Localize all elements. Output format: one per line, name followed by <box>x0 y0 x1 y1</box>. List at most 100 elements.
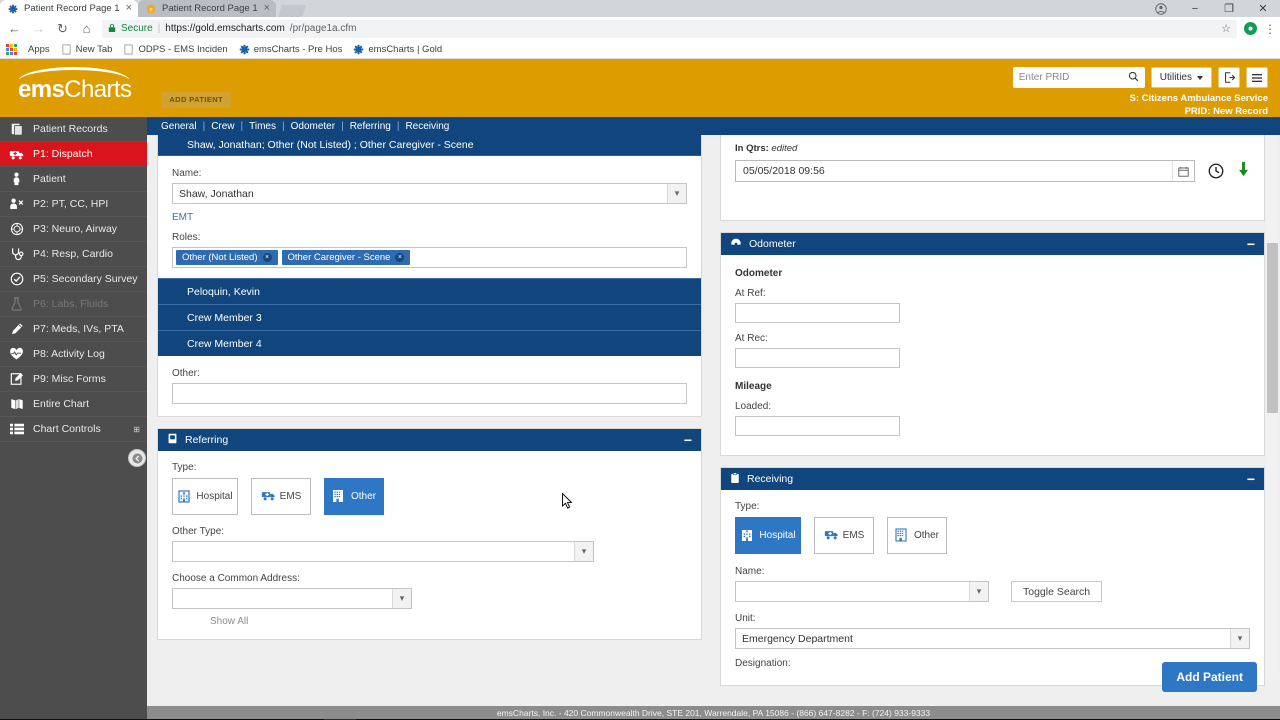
clock-icon[interactable] <box>1208 163 1224 179</box>
sidebar-item-p9-misc-forms[interactable]: P9: Misc Forms <box>0 367 147 392</box>
scrollbar-thumb[interactable] <box>1267 243 1278 413</box>
chevron-down-icon[interactable]: ▾ <box>969 582 988 601</box>
crew-row-peloquin[interactable]: Peloquin, Kevin <box>158 278 701 304</box>
remove-tag-icon[interactable]: × <box>262 253 272 262</box>
add-patient-button[interactable]: Add Patient <box>1162 662 1257 692</box>
sidebar-item-p3-neuro-airway[interactable]: P3: Neuro, Airway <box>0 217 147 242</box>
crew-row-member-4[interactable]: Crew Member 4 <box>158 330 701 356</box>
content-scrollbar[interactable] <box>1266 135 1279 679</box>
subnav-receiving[interactable]: Receiving <box>399 121 455 132</box>
logout-button[interactable] <box>1218 67 1240 88</box>
referring-type-other[interactable]: Other <box>324 478 384 515</box>
role-tag[interactable]: Other Caregiver - Scene × <box>281 250 411 265</box>
collapse-icon[interactable]: − <box>684 433 692 447</box>
receiving-panel-header[interactable]: Receiving − <box>721 468 1264 490</box>
odometer-at-rec-input[interactable] <box>735 348 900 368</box>
bookmark-new-tab[interactable]: New Tab <box>61 44 112 55</box>
in-qtrs-datetime-input[interactable]: 05/05/2018 09:56 <box>735 160 1195 182</box>
sidebar-item-p7-meds-ivs-pta[interactable]: P7: Meds, IVs, PTA <box>0 317 147 342</box>
minimize-button[interactable]: − <box>1178 0 1212 17</box>
new-tab-button[interactable] <box>278 5 307 17</box>
receiving-type-label: Hospital <box>759 530 796 541</box>
add-patient-pill[interactable]: ADD PATIENT <box>161 92 232 108</box>
home-icon[interactable]: ⌂ <box>78 20 95 37</box>
receiving-type-hospital[interactable]: Hospital <box>735 517 801 554</box>
chevron-down-icon[interactable]: ▾ <box>392 589 411 608</box>
subnav-times[interactable]: Times <box>243 121 282 132</box>
profile-icon[interactable] <box>1144 0 1178 17</box>
browser-tab-1[interactable]: Patient Record Page 1 × <box>0 0 139 17</box>
close-window-button[interactable]: ✕ <box>1246 0 1280 17</box>
collapse-icon[interactable]: − <box>1247 237 1255 251</box>
sidebar-item-p8-activity-log[interactable]: P8: Activity Log <box>0 342 147 367</box>
emscharts-logo[interactable]: emsCharts <box>0 59 132 104</box>
collapse-icon[interactable]: − <box>1247 472 1255 486</box>
remove-tag-icon[interactable]: × <box>395 253 405 262</box>
show-all-link[interactable]: Show All <box>210 616 687 627</box>
reload-icon[interactable]: ↻ <box>54 20 71 37</box>
sidebar-item-chart-controls[interactable]: Chart Controls ⊞ <box>0 417 147 442</box>
sidebar-item-label: Chart Controls <box>33 423 101 435</box>
toggle-search-button[interactable]: Toggle Search <box>1011 581 1103 602</box>
extension-icon[interactable] <box>1244 22 1257 35</box>
subnav-referring[interactable]: Referring <box>344 121 397 132</box>
address-bar[interactable]: Secure | https://gold.emscharts.com/pr/p… <box>102 19 1237 38</box>
tab-close-icon[interactable]: × <box>126 3 132 14</box>
search-icon[interactable] <box>1128 71 1139 85</box>
tab-close-icon[interactable]: × <box>264 3 270 14</box>
receiving-unit-select[interactable]: Emergency Department ▾ <box>735 628 1250 649</box>
green-down-arrow-icon[interactable] <box>1237 161 1250 182</box>
header-right-controls: Enter PRID Utilities S: Citizens Ambulan… <box>1012 67 1268 118</box>
subnav-odometer[interactable]: Odometer <box>285 121 341 132</box>
sidebar-item-entire-chart[interactable]: Entire Chart <box>0 392 147 417</box>
back-icon[interactable]: ← <box>6 20 23 37</box>
chevron-down-icon[interactable]: ▾ <box>1230 629 1249 648</box>
sidebar-item-p2-pt-cc-hpi[interactable]: P2: PT, CC, HPI <box>0 192 147 217</box>
role-tag[interactable]: Other (Not Listed) × <box>176 250 278 265</box>
emscharts-icon <box>239 44 250 55</box>
sidebar-item-p4-resp-cardio[interactable]: P4: Resp, Cardio <box>0 242 147 267</box>
chevron-down-icon[interactable]: ▾ <box>667 184 686 203</box>
utilities-button[interactable]: Utilities <box>1150 67 1212 88</box>
bookmark-emscharts-prehospital[interactable]: emsCharts - Pre Hos <box>239 44 342 55</box>
receiving-type-ems[interactable]: EMS <box>814 517 874 554</box>
edit-note-icon <box>9 372 24 387</box>
crew-expanded-header[interactable]: Shaw, Jonathan; Other (Not Listed) ; Oth… <box>158 135 701 156</box>
crew-row-member-3[interactable]: Crew Member 3 <box>158 304 701 330</box>
browser-menu-icon[interactable]: ⋮ <box>1264 23 1276 35</box>
maximize-button[interactable]: ❐ <box>1212 0 1246 17</box>
subnav-general[interactable]: General <box>155 121 203 132</box>
sidebar-item-p5-secondary-survey[interactable]: P5: Secondary Survey <box>0 267 147 292</box>
sidebar-item-p1-dispatch[interactable]: P1: Dispatch <box>0 142 147 167</box>
crew-other-input[interactable] <box>172 383 687 404</box>
sidebar-collapse-button[interactable] <box>128 449 146 467</box>
bookmark-emscharts-gold[interactable]: emsCharts | Gold <box>353 44 442 55</box>
referring-type-hospital[interactable]: Hospital <box>172 478 238 515</box>
prid-search-input[interactable]: Enter PRID <box>1012 67 1145 88</box>
calendar-icon[interactable] <box>1172 161 1194 181</box>
expand-icon[interactable]: ⊞ <box>133 425 140 434</box>
browser-tab-2[interactable]: e Patient Record Page 1 × <box>138 0 277 17</box>
crew-name-select[interactable]: Shaw, Jonathan ▾ <box>172 183 687 204</box>
referring-other-type-select[interactable]: ▾ <box>172 541 594 562</box>
hamburger-menu-button[interactable] <box>1246 67 1268 88</box>
odometer-at-ref-input[interactable] <box>735 303 900 323</box>
bookmark-odps[interactable]: ODPS - EMS Inciden <box>123 44 228 55</box>
sidebar-item-patient-records[interactable]: Patient Records <box>0 117 147 142</box>
chevron-down-icon[interactable]: ▾ <box>574 542 593 561</box>
bookmark-star-icon[interactable]: ☆ <box>1221 22 1231 35</box>
sidebar-item-patient[interactable]: Patient <box>0 167 147 192</box>
referring-panel-header[interactable]: Referring − <box>158 429 701 451</box>
referring-type-ems[interactable]: EMS <box>251 478 311 515</box>
odometer-panel: Odometer − Odometer At Ref: At Rec: Mile… <box>720 232 1265 456</box>
referring-common-address-select[interactable]: ▾ <box>172 588 412 609</box>
apps-grid-icon[interactable] <box>6 44 17 55</box>
subnav-crew[interactable]: Crew <box>205 121 240 132</box>
receiving-type-other[interactable]: Other <box>887 517 947 554</box>
receiving-name-select[interactable]: ▾ <box>735 581 989 602</box>
bookmark-apps[interactable]: Apps <box>28 44 50 55</box>
crew-roles-tags[interactable]: Other (Not Listed) × Other Caregiver - S… <box>172 247 687 268</box>
odometer-panel-header[interactable]: Odometer − <box>721 233 1264 255</box>
mileage-loaded-input[interactable] <box>735 416 900 436</box>
receiving-body: Type: Hospital EMS Other Name: ▾ Toggle … <box>721 490 1264 685</box>
